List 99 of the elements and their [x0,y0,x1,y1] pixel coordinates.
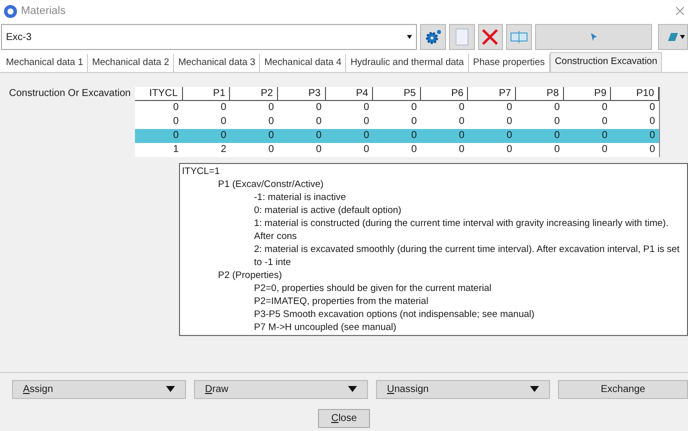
tab[interactable]: Hydraulic and thermal data [346,54,469,72]
column-header[interactable]: P7 [468,87,516,100]
column-header[interactable]: P9 [564,87,612,100]
column-header[interactable]: P4 [326,87,374,100]
table-cell-text: 0 [315,143,323,157]
table-cell-text: 0 [267,143,275,157]
caret-icon [407,35,412,39]
table-cell-text: 0 [172,129,180,143]
eraser-dropdown[interactable] [658,24,688,50]
tab[interactable]: Construction Excavation [550,52,662,72]
table-cell-text: 0 [648,143,656,157]
pick-button[interactable] [534,24,652,50]
column-header[interactable]: ITYCL [135,87,183,100]
app-logo-icon [4,4,17,18]
table-cell-text: 0 [362,143,370,157]
caret-icon [530,386,539,392]
tab[interactable]: Mechanical data 2 [88,54,174,72]
table-cell-text: 0 [506,143,514,157]
table-cell-text: 0 [648,101,656,115]
eraser-icon [668,33,678,41]
table-cell-text: 0 [172,115,180,129]
table-cell-text: 0 [600,101,608,115]
table-cell-text: 0 [553,129,561,143]
tooltip-line: -1: material is inactive [253,191,347,204]
tooltip-line: 2: material is excavated smoothly (during the current time interval). After excavation interval, P1 is set to -1 inte [253,243,681,269]
table-cell-text: 0 [315,129,323,143]
table-cell-text: 0 [506,129,514,143]
table-cell-text: 0 [458,101,466,115]
column-header[interactable]: P1 [182,87,230,100]
tab[interactable]: Mechanical data 1 [2,54,88,72]
table-cell-text: 0 [220,129,228,143]
caret-icon [166,386,175,392]
table-cell-text: 0 [267,101,275,115]
table-cell-text: 0 [410,115,418,129]
caret-icon [680,35,685,39]
column-header[interactable]: P6 [420,87,468,100]
table-cell-text: 0 [220,115,228,129]
table-cell-text: 0 [315,115,323,129]
table-cell-text: 0 [648,115,656,129]
table-cell-text: 0 [600,129,608,143]
gear-button[interactable] [420,24,446,50]
column-header[interactable]: P2 [230,87,278,100]
tooltip-line: P2=0, properties should be given for the current material [253,282,492,295]
exchange-button[interactable]: Exchange [558,380,688,398]
table-cell-text: 0 [410,101,418,115]
field-label: Construction Or Excavation [9,87,132,101]
table-cell-text: 0 [506,101,514,115]
table-cell-text: 0 [410,143,418,157]
table-cell-text: 0 [553,101,561,115]
table-cell-text: 0 [458,129,466,143]
gear-icon [424,29,442,45]
tooltip-line: P2 (Properties) [217,269,283,282]
table-cell-text: 0 [172,101,180,115]
table-cell-text: 0 [220,101,228,115]
delete-button[interactable] [478,24,504,50]
table-cell-text: 0 [506,115,514,129]
action-dropdown[interactable]: Unassign [376,380,550,398]
table-cell-text: 0 [315,101,323,115]
table-cell-text: 0 [362,129,370,143]
material-select[interactable]: Exc-3 [1,24,418,50]
tooltip-line: P2=IMATEQ, properties from the material [253,295,430,308]
window-title: Materials [21,4,66,19]
table-cell-text: 0 [600,115,608,129]
rename-button[interactable] [506,24,532,50]
column-header[interactable]: P3 [278,87,326,100]
action-dropdown[interactable]: Assign [12,380,186,398]
table-cell-text: 0 [553,115,561,129]
tab[interactable]: Mechanical data 4 [260,54,346,72]
action-dropdown[interactable]: Draw [194,380,368,398]
table-cell-text: 0 [458,143,466,157]
column-header[interactable]: P10 [611,87,660,100]
close-button[interactable]: Close [318,408,370,428]
table-cell-text: 2 [220,143,228,157]
table-cell-text: 0 [553,143,561,157]
table-cell-text: 0 [362,101,370,115]
close-icon[interactable] [676,7,684,15]
tooltip-line: ITYCL=1 [182,165,221,178]
table-cell-text: 0 [458,115,466,129]
table-cell-text: 0 [267,129,275,143]
tab[interactable]: Mechanical data 3 [174,54,260,72]
column-header[interactable]: P5 [373,87,421,100]
tooltip-line: P1 (Excav/Constr/Active) [217,178,325,191]
delete-icon [481,28,500,46]
cursor-icon [588,32,599,42]
tooltip-line: P7 M->H uncoupled (see manual) [253,321,398,334]
table-cell-text: 0 [267,115,275,129]
text-field-icon [510,31,528,43]
table-cell-text: 0 [410,129,418,143]
page-icon [454,28,469,46]
table-cell-text: 0 [648,129,656,143]
tooltip-line: 0: material is active (default option) [253,204,402,217]
column-header[interactable]: P8 [516,87,564,100]
table-row[interactable]: 0 0 0 0 0 0 0 0 0 0 0 [135,129,659,143]
tooltip-line: 1: material is constructed (during the current time interval with gravity increasing linearly with time). After cons [253,217,670,243]
table-cell-text: 1 [172,143,180,157]
table-cell-text: 0 [362,115,370,129]
tooltip-line: P3-P5 Smooth excavation options (not indispensable; see manual) [253,308,536,321]
table-cell-text: 0 [600,143,608,157]
caret-icon [348,386,357,392]
